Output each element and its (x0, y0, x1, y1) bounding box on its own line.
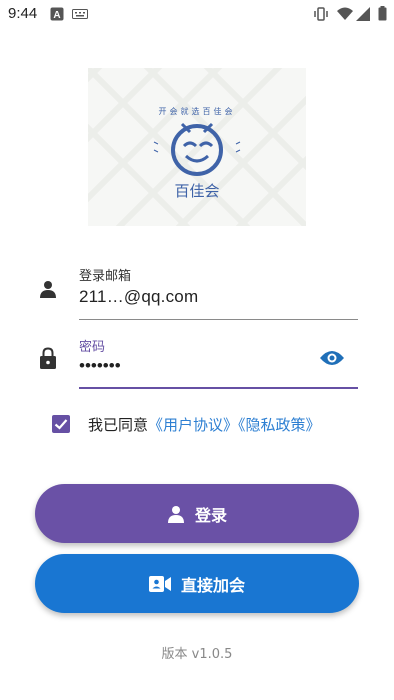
svg-text:A: A (53, 10, 60, 21)
status-bar: 9:44 A (0, 0, 394, 28)
status-time: 9:44 (8, 5, 38, 22)
lock-icon (40, 347, 56, 369)
battery-icon (378, 6, 387, 21)
keyboard-icon (72, 9, 88, 19)
person-icon (167, 505, 185, 523)
svg-text:开会就选百佳会: 开会就选百佳会 (159, 106, 236, 116)
password-field[interactable]: ••••••• (79, 356, 121, 376)
signal-icon (356, 7, 370, 21)
notification-a-icon: A (50, 7, 64, 21)
password-field-underline (79, 387, 358, 389)
email-field-underline (79, 319, 358, 320)
app-version: 版本 v1.0.5 (161, 647, 233, 662)
email-field[interactable]: 211…@qq.com (79, 287, 198, 307)
email-field-label: 登录邮箱 (79, 269, 132, 284)
user-agreement-link[interactable]: 《用户协议》 (148, 416, 238, 434)
direct-join-button-label: 直接加会 (180, 575, 245, 595)
video-camera-icon (148, 575, 171, 592)
login-button-label: 登录 (194, 505, 227, 525)
vibrate-icon (314, 7, 328, 21)
login-button[interactable]: 登录 (35, 484, 359, 543)
wifi-icon (337, 7, 353, 20)
person-icon (40, 281, 56, 298)
checkbox-check-icon (54, 419, 68, 430)
agreement-row: 我已同意《用户协议》《隐私政策》 (88, 414, 321, 435)
logo-emblem-icon: 开会就选百佳会 (153, 106, 241, 176)
agreement-checkbox[interactable] (52, 415, 70, 433)
logo-brand-name: 百佳会 (174, 182, 220, 200)
eye-icon[interactable] (320, 350, 344, 366)
privacy-policy-link[interactable]: 《隐私政策》 (238, 416, 321, 434)
direct-join-button[interactable]: 直接加会 (35, 554, 359, 613)
app-logo-card: 开会就选百佳会 百佳会 (88, 68, 306, 226)
agreement-prefix: 我已同意 (88, 416, 149, 434)
password-field-label: 密码 (79, 340, 106, 355)
